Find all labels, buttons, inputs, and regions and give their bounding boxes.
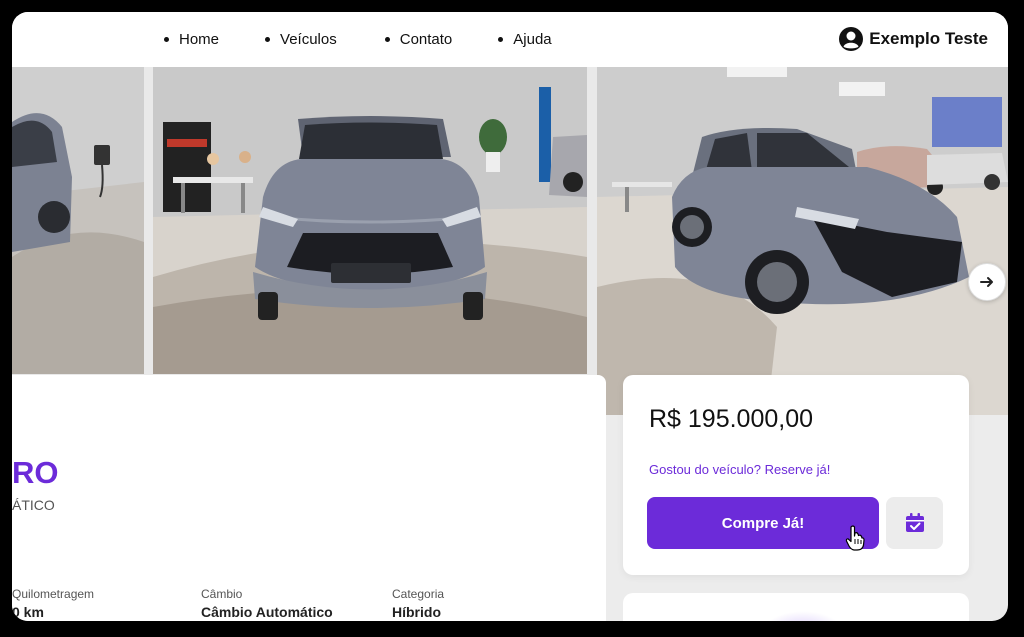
nav-item-veiculos[interactable]: Veículos (265, 31, 337, 48)
vehicle-info-card: RO ÁTICO Quilometragem 0 km Câmbio Câmbi… (12, 375, 606, 621)
hand-cursor-icon (845, 525, 865, 551)
user-name: Exemplo Teste (869, 29, 988, 48)
user-circle-icon (839, 27, 864, 51)
gallery-next-button[interactable] (968, 263, 1006, 301)
nav-item-label: Home (179, 31, 220, 48)
vehicle-model-title: RO (12, 455, 59, 490)
arrow-right-icon (980, 277, 993, 287)
bullet-icon (384, 37, 390, 42)
nav-item-label: Veículos (280, 31, 337, 48)
gallery-photo-3[interactable] (597, 67, 1008, 415)
main-nav: Home Veículos Contato Ajuda (164, 12, 598, 67)
reserve-prompt: Gostou do veículo? Reserve já! (649, 462, 831, 477)
gallery-photo-1[interactable] (12, 67, 144, 374)
spec-value-quilometragem: 0 km (12, 604, 44, 620)
schedule-button[interactable] (886, 497, 943, 549)
nav-item-ajuda[interactable]: Ajuda (498, 31, 552, 48)
app-window: Home Veículos Contato Ajuda Exemplo Test… (12, 12, 1008, 621)
gallery-photo-2[interactable] (153, 67, 587, 374)
bullet-icon (265, 37, 271, 42)
secondary-card (623, 593, 969, 621)
buy-now-label: Compre Já! (721, 514, 805, 532)
spec-label-categoria: Categoria (392, 587, 445, 601)
user-menu[interactable]: Exemplo Teste (838, 26, 988, 52)
purchase-card: R$ 195.000,00 Gostou do veículo? Reserve… (623, 375, 969, 575)
vehicle-price: R$ 195.000,00 (649, 405, 814, 433)
bullet-icon (164, 37, 169, 42)
spec-label-quilometragem: Quilometragem (12, 587, 95, 601)
spec-value-cambio: Câmbio Automático (201, 604, 333, 620)
calendar-check-icon (905, 513, 924, 532)
spec-label-cambio: Câmbio (201, 587, 243, 601)
nav-item-label: Contato (399, 31, 453, 48)
bullet-icon (498, 37, 504, 42)
decorative-glow (763, 611, 843, 621)
spec-value-categoria: Híbrido (392, 604, 441, 620)
nav-item-contato[interactable]: Contato (384, 31, 453, 48)
nav-item-label: Ajuda (513, 31, 552, 48)
vehicle-transmission-subtitle: ÁTICO (12, 497, 55, 513)
nav-item-home[interactable]: Home (164, 31, 219, 48)
top-navbar: Home Veículos Contato Ajuda Exemplo Test… (12, 12, 1008, 67)
image-gallery (12, 67, 1008, 415)
